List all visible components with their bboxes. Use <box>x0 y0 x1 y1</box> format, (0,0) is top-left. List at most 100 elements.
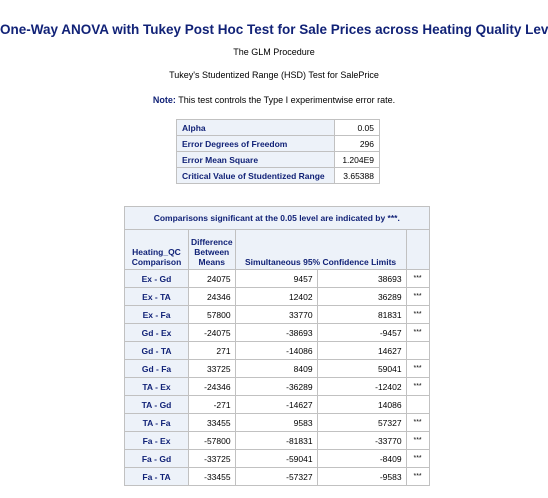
statistics-row: Error Degrees of Freedom 296 <box>176 135 380 152</box>
comparison-row: Gd - Ex -24075 -38693 -9457 *** <box>124 323 430 342</box>
comparison-label: Gd - TA <box>124 341 189 360</box>
statistic-value: 0.05 <box>334 119 380 136</box>
col-header-comparison-line-1: Heating_QC <box>132 247 181 257</box>
comparison-row: Gd - TA 271 -14086 14627 <box>124 341 430 360</box>
col-header-difference: Difference Between Means <box>188 229 236 270</box>
upper-limit: 59041 <box>316 359 407 378</box>
upper-limit: 36289 <box>316 287 407 306</box>
statistics-row: Critical Value of Studentized Range 3.653… <box>176 167 380 184</box>
upper-limit: -9583 <box>316 467 407 486</box>
comparison-label: TA - Ex <box>124 377 189 396</box>
col-header-comparison-line-2: Comparison <box>131 257 182 267</box>
upper-limit: 14627 <box>316 341 407 360</box>
difference-value: 24346 <box>188 287 236 306</box>
upper-limit: -12402 <box>316 377 407 396</box>
difference-value: -33725 <box>188 449 236 468</box>
comparison-label: Ex - Gd <box>124 269 189 288</box>
comparison-row: Gd - Fa 33725 8409 59041 *** <box>124 359 430 378</box>
significance-marker: *** <box>405 467 430 486</box>
comparison-label: Fa - TA <box>124 467 189 486</box>
lower-limit: -38693 <box>234 323 318 342</box>
difference-value: -24075 <box>188 323 236 342</box>
statistics-row: Alpha 0.05 <box>176 119 380 136</box>
comparison-row: TA - Fa 33455 9583 57327 *** <box>124 413 430 432</box>
lower-limit: 9457 <box>234 269 318 288</box>
comparison-label: TA - Fa <box>124 413 189 432</box>
difference-value: 57800 <box>188 305 236 324</box>
statistic-label: Alpha <box>176 119 335 136</box>
upper-limit: 57327 <box>316 413 407 432</box>
difference-value: -33455 <box>188 467 236 486</box>
col-header-significance <box>405 229 430 270</box>
col-header-difference-line-2: Between <box>194 247 230 257</box>
note-line: Note: This test controls the Type I expe… <box>0 95 548 105</box>
significance-marker: *** <box>405 413 430 432</box>
lower-limit: -14086 <box>234 341 318 360</box>
significance-marker <box>405 341 430 360</box>
lower-limit: -59041 <box>234 449 318 468</box>
comparison-row: Fa - Gd -33725 -59041 -8409 *** <box>124 449 430 468</box>
statistic-label: Critical Value of Studentized Range <box>176 167 335 184</box>
procedure-name: The GLM Procedure <box>233 47 315 57</box>
upper-limit: -9457 <box>316 323 407 342</box>
significance-marker: *** <box>405 323 430 342</box>
comparison-label: Fa - Gd <box>124 449 189 468</box>
comparison-label: Fa - Ex <box>124 431 189 450</box>
statistic-value: 296 <box>334 135 380 152</box>
difference-value: -24346 <box>188 377 236 396</box>
comparison-row: Ex - Gd 24075 9457 38693 *** <box>124 269 430 288</box>
upper-limit: 14086 <box>316 395 407 414</box>
lower-limit: -36289 <box>234 377 318 396</box>
difference-value: 24075 <box>188 269 236 288</box>
col-header-comparison: Heating_QC Comparison <box>124 229 189 270</box>
note-label: Note: <box>152 95 176 105</box>
comparison-label: TA - Gd <box>124 395 189 414</box>
note-text: This test controls the Type I experiment… <box>178 95 396 105</box>
comparison-label: Ex - Fa <box>124 305 189 324</box>
lower-limit: 8409 <box>234 359 318 378</box>
comparison-row: Ex - TA 24346 12402 36289 *** <box>124 287 430 306</box>
statistic-value: 1.204E9 <box>334 151 380 168</box>
col-header-difference-line-1: Difference <box>191 237 233 247</box>
upper-limit: 81831 <box>316 305 407 324</box>
lower-limit: -14627 <box>234 395 318 414</box>
significance-marker: *** <box>405 359 430 378</box>
lower-limit: -81831 <box>234 431 318 450</box>
statistic-label: Error Degrees of Freedom <box>176 135 335 152</box>
significance-marker: *** <box>405 431 430 450</box>
comparison-row: Fa - Ex -57800 -81831 -33770 *** <box>124 431 430 450</box>
difference-value: 271 <box>188 341 236 360</box>
comparisons-table: Comparisons significant at the 0.05 leve… <box>124 206 430 486</box>
upper-limit: 38693 <box>316 269 407 288</box>
report-title: One-Way ANOVA with Tukey Post Hoc Test f… <box>0 22 548 37</box>
comparison-label: Gd - Ex <box>124 323 189 342</box>
statistics-table: Alpha 0.05 Error Degrees of Freedom 296 Erro… <box>176 119 380 184</box>
lower-limit: -57327 <box>234 467 318 486</box>
difference-value: 33455 <box>188 413 236 432</box>
col-header-difference-line-3: Means <box>198 257 226 267</box>
significance-marker: *** <box>405 287 430 306</box>
statistic-value: 3.65388 <box>334 167 380 184</box>
statistic-label: Error Mean Square <box>176 151 335 168</box>
difference-value: -271 <box>188 395 236 414</box>
col-header-confidence-limits: Simultaneous 95% Confidence Limits <box>234 229 407 270</box>
significance-marker: *** <box>405 449 430 468</box>
difference-value: -57800 <box>188 431 236 450</box>
significance-marker: *** <box>405 377 430 396</box>
lower-limit: 9583 <box>234 413 318 432</box>
comparison-row: Fa - TA -33455 -57327 -9583 *** <box>124 467 430 486</box>
comparison-row: Ex - Fa 57800 33770 81831 *** <box>124 305 430 324</box>
lower-limit: 33770 <box>234 305 318 324</box>
significance-marker: *** <box>405 305 430 324</box>
lower-limit: 12402 <box>234 287 318 306</box>
comparisons-caption: Comparisons significant at the 0.05 leve… <box>124 206 430 230</box>
difference-value: 33725 <box>188 359 236 378</box>
upper-limit: -33770 <box>316 431 407 450</box>
test-subtitle: Tukey's Studentized Range (HSD) Test for… <box>169 70 379 80</box>
significance-marker <box>405 395 430 414</box>
upper-limit: -8409 <box>316 449 407 468</box>
comparison-label: Gd - Fa <box>124 359 189 378</box>
comparison-row: TA - Gd -271 -14627 14086 <box>124 395 430 414</box>
comparison-label: Ex - TA <box>124 287 189 306</box>
significance-marker: *** <box>405 269 430 288</box>
